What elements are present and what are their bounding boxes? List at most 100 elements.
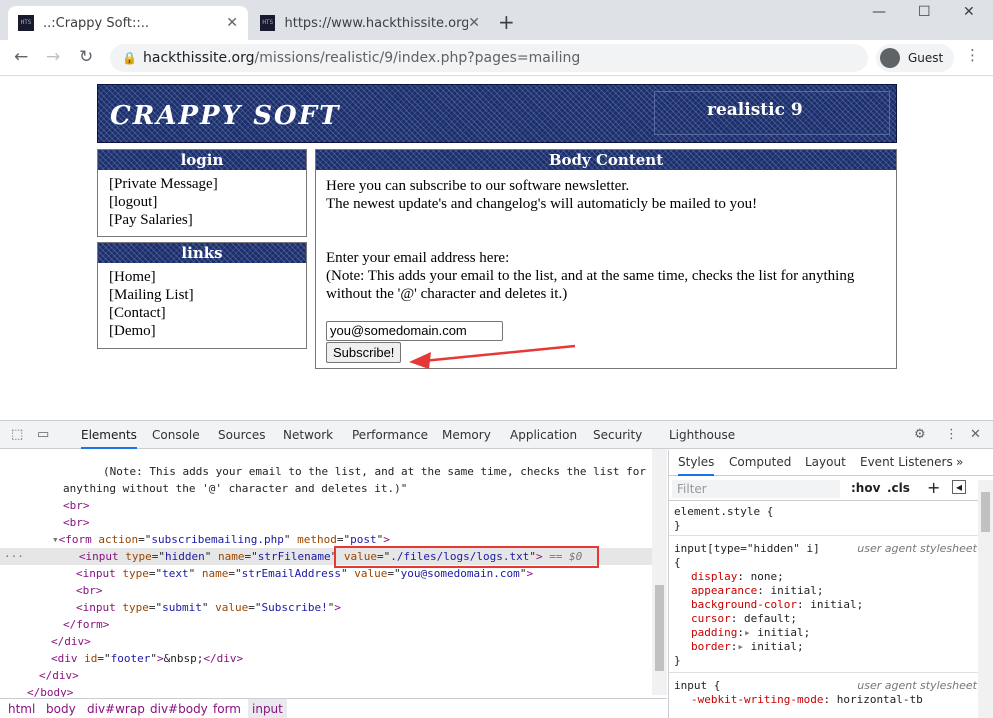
- profile-label: Guest: [908, 51, 944, 65]
- body-text-line: Enter your email address here:: [326, 250, 510, 266]
- breadcrumb-item[interactable]: form: [213, 699, 241, 718]
- close-devtools-icon[interactable]: ✕: [970, 427, 981, 442]
- link-logout[interactable]: [logout]: [109, 193, 295, 211]
- css-declaration: display: none;: [691, 570, 784, 583]
- tab-title: https://www.hackthissite.org/m: [284, 15, 469, 31]
- dom-scrollbar[interactable]: [652, 449, 667, 695]
- input-rule[interactable]: user agent stylesheet input { -webkit-wr…: [669, 676, 979, 718]
- link-home[interactable]: [Home]: [109, 268, 295, 286]
- annotation-arrow: [409, 344, 576, 369]
- email-field[interactable]: you@somedomain.com: [326, 321, 503, 341]
- tab-console[interactable]: Console: [152, 421, 200, 449]
- browser-tab-crappy-soft[interactable]: HTS ..:Crappy Soft::.. ✕: [8, 6, 248, 40]
- dom-line[interactable]: (Note: This adds your email to the list,…: [0, 463, 652, 480]
- breadcrumb-item[interactable]: body: [46, 699, 76, 718]
- dom-line-submit-input[interactable]: <input type="submit" value="Subscribe!">: [0, 599, 652, 616]
- dom-line[interactable]: anything without the '@' character and d…: [0, 480, 652, 497]
- avatar-icon: [880, 48, 900, 68]
- element-style-rule[interactable]: element.style { }: [669, 502, 979, 536]
- tab-elements[interactable]: Elements: [81, 421, 137, 449]
- new-tab-icon[interactable]: +: [498, 10, 515, 34]
- breadcrumb-item[interactable]: html: [8, 699, 35, 718]
- close-tab-icon[interactable]: ✕: [226, 15, 238, 31]
- dom-line[interactable]: </form>: [0, 616, 652, 633]
- dom-entity: &nbsp;: [163, 652, 204, 665]
- styles-pane: Styles Computed Layout Event Listeners »…: [668, 450, 993, 718]
- dom-attr-value: strFilename: [257, 550, 331, 563]
- web-page: CRAPPY SOFT realistic 9 login [Private M…: [0, 77, 993, 420]
- browser-menu-icon[interactable]: ⋮: [965, 46, 980, 64]
- link-demo[interactable]: [Demo]: [109, 322, 295, 340]
- body-text-note: (Note: This adds your email to the list,…: [326, 268, 855, 302]
- device-toolbar-icon[interactable]: ▭: [37, 427, 49, 442]
- filter-input[interactable]: Filter: [672, 480, 840, 498]
- dom-br-tag: <br>: [63, 516, 90, 529]
- expand-triangle-icon[interactable]: ▾: [0, 533, 59, 546]
- tab-sources[interactable]: Sources: [218, 421, 265, 449]
- styles-scrollbar[interactable]: [978, 480, 993, 718]
- tab-styles[interactable]: Styles: [678, 450, 715, 476]
- breadcrumb-item[interactable]: div#wrap: [87, 699, 145, 718]
- devtools-tabbar: ⬚ ▭ Elements Console Sources Network Per…: [0, 421, 993, 449]
- dom-line[interactable]: <br>: [0, 497, 652, 514]
- address-bar[interactable]: 🔒 hackthissite.org/missions/realistic/9/…: [110, 44, 868, 72]
- css-rules: element.style { } user agent stylesheet …: [669, 502, 979, 718]
- cls-toggle[interactable]: .cls: [887, 481, 910, 495]
- tab-application[interactable]: Application: [510, 421, 577, 449]
- toggle-sidebar-icon[interactable]: ◂: [952, 480, 966, 494]
- link-mailing-list[interactable]: [Mailing List]: [109, 286, 295, 304]
- css-declaration: padding:▸ initial;: [691, 626, 811, 639]
- dom-text: anything without the '@' character and d…: [63, 482, 408, 495]
- tab-performance[interactable]: Performance: [352, 421, 428, 449]
- dom-line[interactable]: </div>: [0, 633, 652, 650]
- dom-attr-value: footer: [110, 652, 151, 665]
- devtools-menu-icon[interactable]: ⋮: [945, 427, 958, 442]
- dom-line[interactable]: </div>: [0, 667, 652, 684]
- new-rule-icon[interactable]: +: [927, 478, 940, 497]
- dom-line-footer[interactable]: <div id="footer">&nbsp;</div>: [0, 650, 652, 667]
- expand-triangle-icon[interactable]: ▸: [744, 626, 751, 639]
- tab-security[interactable]: Security: [593, 421, 642, 449]
- tab-lighthouse[interactable]: Lighthouse: [669, 421, 735, 449]
- forward-arrow-icon[interactable]: →: [46, 47, 60, 67]
- tab-title: ..:Crappy Soft::..: [43, 15, 150, 31]
- minimize-icon[interactable]: —: [872, 4, 886, 20]
- hov-toggle[interactable]: :hov: [851, 481, 880, 495]
- rule-selector: element.style {: [674, 505, 774, 518]
- more-tabs-icon[interactable]: »: [956, 450, 963, 474]
- dom-line[interactable]: </body>: [0, 684, 652, 697]
- breadcrumb-item-selected[interactable]: input: [248, 699, 287, 718]
- breadcrumb-item[interactable]: div#body: [150, 699, 208, 718]
- url-host: hackthissite.org: [143, 50, 255, 66]
- tab-layout[interactable]: Layout: [805, 450, 846, 474]
- body-text-line: Here you can subscribe to our software n…: [326, 178, 630, 194]
- back-arrow-icon[interactable]: ←: [14, 47, 28, 67]
- link-contact[interactable]: [Contact]: [109, 304, 295, 322]
- maximize-icon[interactable]: ☐: [918, 4, 931, 20]
- tab-event-listeners[interactable]: Event Listeners: [860, 450, 953, 474]
- dom-line[interactable]: <br>: [0, 514, 652, 531]
- hidden-input-rule[interactable]: user agent stylesheet input[type="hidden…: [669, 539, 979, 673]
- expand-triangle-icon[interactable]: ▸: [737, 640, 744, 653]
- settings-gear-icon[interactable]: ⚙: [914, 427, 926, 442]
- link-pay-salaries[interactable]: [Pay Salaries]: [109, 211, 295, 229]
- styles-filter-bar: Filter :hov .cls + ◂: [669, 477, 993, 501]
- close-window-icon[interactable]: ✕: [963, 4, 975, 20]
- link-private-message[interactable]: [Private Message]: [109, 175, 295, 193]
- reload-icon[interactable]: ↻: [79, 47, 93, 67]
- dom-attr-value: strEmailAddress: [241, 567, 341, 580]
- links-box-title: links: [98, 243, 306, 263]
- tab-computed[interactable]: Computed: [729, 450, 791, 474]
- dom-tree: (Note: This adds your email to the list,…: [0, 450, 652, 697]
- highlight-box: [334, 546, 599, 568]
- dom-attr-value: Subscribe!: [261, 601, 328, 614]
- dom-line[interactable]: <br>: [0, 582, 652, 599]
- dom-br-tag: <br>: [63, 499, 90, 512]
- tab-memory[interactable]: Memory: [442, 421, 491, 449]
- tab-network[interactable]: Network: [283, 421, 333, 449]
- inspect-element-icon[interactable]: ⬚: [11, 427, 23, 442]
- subscribe-button[interactable]: Subscribe!: [326, 342, 402, 363]
- profile-button[interactable]: Guest: [876, 44, 954, 72]
- browser-tab-hackthissite[interactable]: HTS https://www.hackthissite.org/m ✕: [250, 6, 490, 40]
- close-tab-icon[interactable]: ✕: [468, 15, 480, 31]
